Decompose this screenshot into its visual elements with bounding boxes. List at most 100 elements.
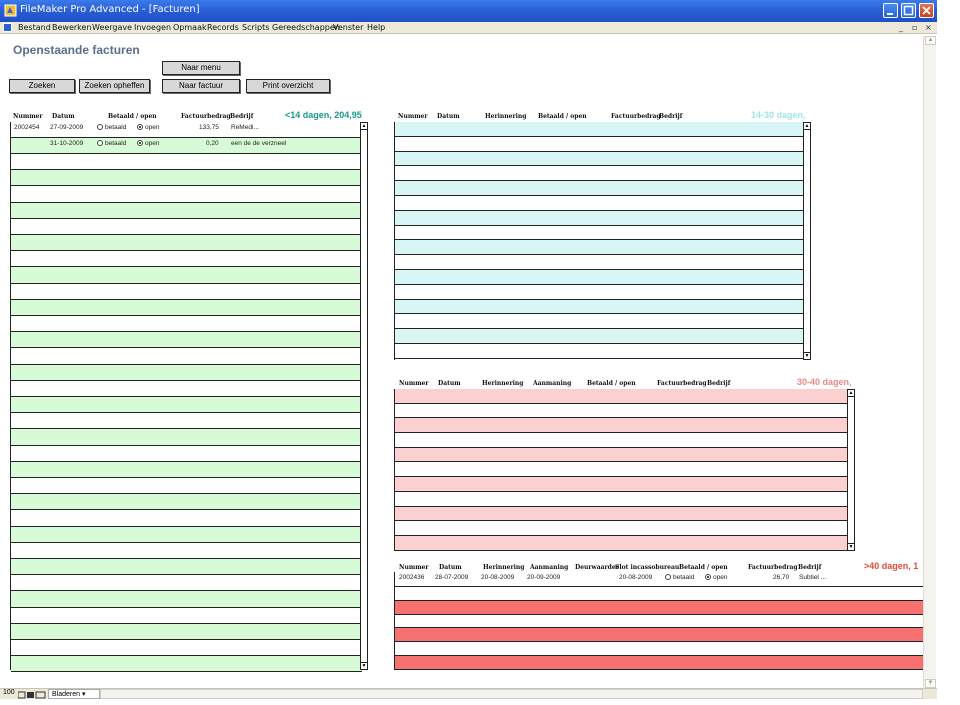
table-row[interactable] — [11, 445, 362, 462]
table-row[interactable] — [395, 196, 805, 211]
naar-factuur-button[interactable]: Naar factuur — [162, 79, 240, 93]
table-row[interactable] — [395, 587, 923, 601]
table-row[interactable] — [395, 284, 805, 300]
radio-open[interactable]: open — [137, 124, 159, 131]
table-row[interactable] — [11, 251, 362, 268]
table-row[interactable] — [395, 270, 805, 285]
menu-records[interactable]: Records — [207, 23, 239, 32]
menu-scripts[interactable]: Scripts — [242, 23, 269, 32]
table-row[interactable] — [11, 559, 362, 576]
menu-weergave[interactable]: Weergave — [92, 23, 132, 32]
mode-selector[interactable]: Bladeren ▾ — [48, 689, 100, 699]
table-row[interactable] — [11, 656, 362, 673]
radio-betaald[interactable]: betaald — [97, 124, 126, 131]
table-row[interactable] — [11, 332, 362, 349]
minimize-button[interactable] — [883, 3, 898, 18]
table-row[interactable] — [11, 154, 362, 171]
table-row[interactable] — [395, 447, 849, 463]
table-row[interactable] — [395, 240, 805, 256]
table-row[interactable]: 2002436 28-07-2009 20-08-2009 20-09-2009… — [395, 572, 923, 587]
table-row[interactable] — [11, 299, 362, 316]
zoom-level[interactable]: 100 — [3, 689, 15, 696]
table-row[interactable] — [11, 235, 362, 252]
zoeken-opheffen-button[interactable]: Zoeken opheffen — [79, 79, 150, 93]
radio-betaald[interactable]: betaald — [97, 140, 126, 147]
menu-opmaak[interactable]: Opmaak — [173, 23, 207, 32]
print-overzicht-button[interactable]: Print overzicht — [246, 79, 330, 93]
table-row[interactable] — [11, 218, 362, 235]
scroll-up-icon[interactable]: ▲ — [361, 123, 367, 130]
menu-help[interactable]: Help — [367, 23, 385, 32]
table-row[interactable] — [395, 299, 805, 315]
window-vertical-scrollbar[interactable]: ▲ ▼ — [923, 36, 936, 688]
table-row[interactable] — [11, 591, 362, 608]
table-row[interactable] — [11, 640, 362, 657]
table-row[interactable] — [11, 380, 362, 397]
table-row[interactable] — [395, 614, 923, 629]
table-row[interactable] — [11, 494, 362, 511]
table-row[interactable] — [395, 225, 805, 241]
menu-bewerken[interactable]: Bewerken — [52, 23, 92, 32]
table-row[interactable] — [395, 491, 849, 507]
table-row[interactable] — [395, 656, 923, 670]
table-row[interactable] — [11, 348, 362, 365]
zoeken-button[interactable]: Zoeken — [9, 79, 75, 93]
table-row[interactable] — [395, 506, 849, 522]
portal-14-30-scrollbar[interactable]: ▲ ▼ — [803, 122, 811, 360]
mdi-close-icon[interactable]: × — [925, 23, 932, 32]
radio-betaald[interactable]: betaald — [665, 574, 694, 581]
table-row[interactable] — [395, 389, 849, 404]
table-row[interactable] — [395, 181, 805, 196]
table-row[interactable] — [395, 314, 805, 330]
table-row[interactable] — [395, 628, 923, 643]
table-row[interactable] — [395, 151, 805, 167]
table-row[interactable] — [395, 255, 805, 270]
menu-bestand[interactable]: Bestand — [18, 23, 51, 32]
table-row[interactable] — [395, 521, 849, 536]
table-row[interactable] — [11, 461, 362, 478]
table-row[interactable] — [11, 202, 362, 219]
table-row[interactable] — [11, 267, 362, 284]
table-row[interactable] — [395, 344, 805, 359]
menu-invoegen[interactable]: Invoegen — [134, 23, 171, 32]
table-row[interactable] — [11, 542, 362, 559]
table-row[interactable] — [395, 433, 849, 448]
table-row[interactable] — [11, 283, 362, 300]
table-row[interactable] — [11, 364, 362, 381]
table-row[interactable] — [395, 462, 849, 478]
table-row[interactable] — [395, 477, 849, 492]
table-row[interactable] — [395, 210, 805, 226]
scroll-down-arrow-icon[interactable]: ▼ — [925, 679, 936, 688]
table-row[interactable] — [11, 478, 362, 495]
table-row[interactable] — [395, 642, 923, 656]
table-row[interactable] — [11, 526, 362, 543]
table-row[interactable] — [11, 413, 362, 430]
maximize-button[interactable] — [901, 3, 916, 18]
table-row[interactable] — [11, 186, 362, 203]
close-button[interactable] — [919, 3, 934, 18]
table-row[interactable] — [11, 429, 362, 446]
table-row[interactable] — [11, 510, 362, 527]
scroll-down-icon[interactable]: ▼ — [848, 543, 854, 550]
horizontal-scrollbar[interactable] — [100, 689, 923, 699]
table-row[interactable] — [11, 397, 362, 414]
table-row[interactable] — [11, 607, 362, 624]
scroll-up-icon[interactable]: ▲ — [804, 123, 810, 130]
table-row[interactable]: 31-10-2009 betaald open 0,20 een de de v… — [11, 138, 362, 154]
scroll-down-icon[interactable]: ▼ — [804, 352, 810, 359]
table-row[interactable]: 2002454 27-09-2009 betaald open 133,75 R… — [11, 122, 362, 138]
radio-open[interactable]: open — [705, 574, 727, 581]
table-row[interactable] — [395, 329, 805, 344]
table-row[interactable] — [11, 170, 362, 187]
scroll-up-arrow-icon[interactable]: ▲ — [925, 36, 936, 45]
scroll-down-icon[interactable]: ▼ — [361, 662, 367, 669]
radio-open[interactable]: open — [137, 140, 159, 147]
table-row[interactable] — [395, 122, 805, 137]
portal-lt14-scrollbar[interactable]: ▲ ▼ — [360, 122, 368, 670]
mdi-restore-icon[interactable]: ▫ — [912, 23, 917, 32]
menu-gereedschappen[interactable]: Gereedschappen — [272, 23, 340, 32]
layout-mode-icons[interactable] — [18, 690, 46, 699]
naar-menu-button[interactable]: Naar menu — [162, 61, 240, 75]
table-row[interactable] — [395, 536, 849, 551]
table-row[interactable] — [11, 575, 362, 592]
